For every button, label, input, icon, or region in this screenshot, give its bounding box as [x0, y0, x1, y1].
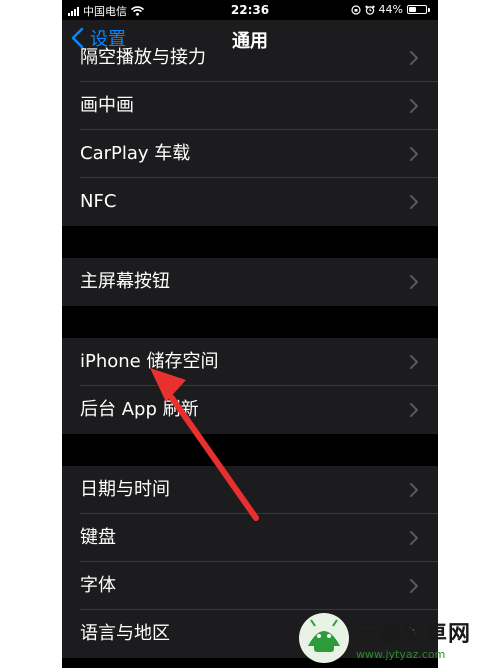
list-item-carplay[interactable]: CarPlay 车载 [62, 130, 438, 178]
list-item-nfc[interactable]: NFC [62, 178, 438, 226]
list-item-date-time[interactable]: 日期与时间 [62, 466, 438, 514]
chevron-right-icon [410, 51, 418, 65]
chevron-right-icon [410, 579, 418, 593]
settings-list: 隔空播放与接力 画中画 CarPlay 车载 NFC 主屏幕按钮 iPhone … [62, 47, 438, 658]
list-item-label: 隔空播放与接力 [80, 47, 206, 68]
list-item-label: 日期与时间 [80, 479, 170, 500]
list-item-label: 主屏幕按钮 [80, 271, 170, 292]
list-item-label: CarPlay 车载 [80, 143, 191, 164]
watermark-title: 天源安卓网 [356, 621, 472, 647]
chevron-right-icon [410, 403, 418, 417]
list-item-fonts[interactable]: 字体 [62, 562, 438, 610]
list-item-label: 后台 App 刷新 [80, 399, 199, 420]
battery-icon [407, 5, 430, 14]
alarm-icon [364, 5, 375, 15]
chevron-right-icon [410, 99, 418, 113]
chevron-right-icon [410, 275, 418, 289]
list-item-picture-in-picture[interactable]: 画中画 [62, 82, 438, 130]
list-item-label: 字体 [80, 575, 116, 596]
list-item-airplay-handoff[interactable]: 隔空播放与接力 [62, 47, 438, 82]
list-item-home-button[interactable]: 主屏幕按钮 [62, 258, 438, 306]
status-bar: 中国电信 22:36 44% [62, 0, 438, 20]
section-gap [62, 434, 438, 466]
section-gap [62, 226, 438, 258]
list-item-label: 键盘 [80, 527, 116, 548]
list-item-iphone-storage[interactable]: iPhone 储存空间 [62, 338, 438, 386]
list-item-label: iPhone 储存空间 [80, 351, 219, 372]
list-item-keyboard[interactable]: 键盘 [62, 514, 438, 562]
chevron-right-icon [410, 195, 418, 209]
phone-screen: 中国电信 22:36 44% 设置 通用 隔空播放与接力 画中画 CarPlay… [62, 0, 438, 668]
chevron-right-icon [410, 355, 418, 369]
list-item-label: NFC [80, 191, 117, 212]
status-right: 44% [350, 3, 430, 16]
list-item-label: 画中画 [80, 95, 134, 116]
chevron-right-icon [410, 483, 418, 497]
list-item-label: 语言与地区 [80, 623, 170, 644]
battery-percent: 44% [378, 3, 403, 16]
watermark-logo-icon [299, 613, 349, 663]
watermark: 天源安卓网 www.jytyaz.com [298, 612, 471, 664]
orientation-lock-icon [350, 4, 361, 15]
chevron-right-icon [410, 531, 418, 545]
watermark-url: www.jytyaz.com [356, 647, 446, 661]
chevron-right-icon [410, 147, 418, 161]
battery-level [409, 7, 416, 12]
section-gap [62, 306, 438, 338]
list-item-background-app-refresh[interactable]: 后台 App 刷新 [62, 386, 438, 434]
